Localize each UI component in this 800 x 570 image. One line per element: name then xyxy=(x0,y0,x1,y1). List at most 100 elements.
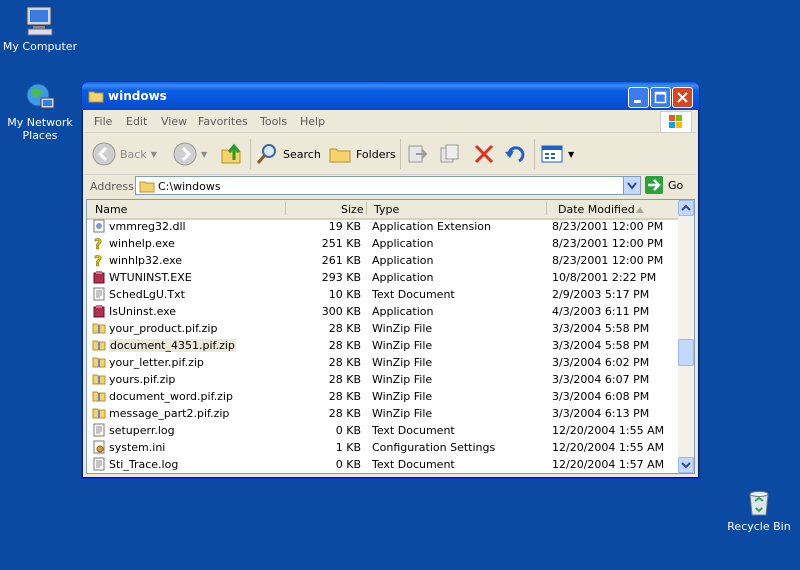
file-name: winhlp32.exe xyxy=(109,254,183,267)
desktop-icon-label: My Computer xyxy=(2,40,78,53)
file-date-modified: 8/23/2001 12:00 PM xyxy=(552,254,664,267)
desktop-icon-my-computer[interactable]: My Computer xyxy=(0,4,80,53)
scrollbar-thumb[interactable] xyxy=(678,339,694,366)
file-type: WinZip File xyxy=(372,356,433,369)
back-arrow-icon xyxy=(92,142,116,166)
file-name: system.ini xyxy=(109,441,166,454)
file-date-modified: 3/3/2004 5:58 PM xyxy=(552,339,650,352)
file-row[interactable]: your_letter.pif.zip 28 KB WinZip File 3/3/2… xyxy=(87,354,678,371)
svg-text:?: ? xyxy=(94,254,102,267)
search-button[interactable]: Search xyxy=(255,142,321,166)
file-name: your_product.pif.zip xyxy=(109,322,218,335)
chevron-down-icon xyxy=(681,462,691,469)
column-header-date-modified[interactable]: Date Modified xyxy=(558,203,635,216)
menu-help[interactable]: Help xyxy=(300,115,325,128)
chevron-up-icon xyxy=(681,204,691,211)
file-row[interactable]: document_4351.pif.zip 28 KB WinZip File 3/3… xyxy=(87,337,678,354)
minimize-button[interactable] xyxy=(628,87,649,108)
file-name: WTUNINST.EXE xyxy=(109,271,192,284)
file-row[interactable]: ? winhelp.exe 251 KB Application 8/23/2001 1… xyxy=(87,235,678,254)
help-exe-icon: ? xyxy=(92,253,106,271)
file-row[interactable]: Sti_Trace.log 0 KB Text Document 12/20/2004… xyxy=(87,456,678,473)
file-row[interactable]: your_product.pif.zip 28 KB WinZip File 3/3/… xyxy=(87,320,678,337)
file-type: Text Document xyxy=(372,288,455,301)
file-row[interactable]: SchedLgU.Txt 10 KB Text Document 2/9/2003 5… xyxy=(87,286,678,303)
file-type: WinZip File xyxy=(372,390,433,403)
file-row[interactable]: ? winhlp32.exe 261 KB Application 8/23/2001 … xyxy=(87,252,678,271)
file-row[interactable]: WTUNINST.EXE 293 KB Application 10/8/2001 2… xyxy=(87,269,678,286)
file-type: Application xyxy=(372,237,434,250)
file-row[interactable]: system.ini 1 KB Configuration Settings 12/2… xyxy=(87,439,678,456)
address-field[interactable]: C:\windows xyxy=(135,176,641,195)
file-row[interactable]: setuperr.log 0 KB Text Document 12/20/2004 … xyxy=(87,422,678,439)
back-label: Back xyxy=(120,147,147,161)
column-divider[interactable] xyxy=(366,202,367,215)
column-header-type[interactable]: Type xyxy=(374,203,399,216)
column-divider[interactable] xyxy=(285,202,286,215)
address-value: C:\windows xyxy=(158,180,221,193)
forward-button[interactable]: ▼ xyxy=(173,142,207,166)
file-row[interactable]: document_word.pif.zip 28 KB WinZip File 3/3… xyxy=(87,388,678,405)
toolbar-separator xyxy=(250,139,251,169)
desktop-icon-recycle-bin[interactable]: Recycle Bin xyxy=(719,486,799,533)
delete-button[interactable] xyxy=(472,142,496,166)
file-size: 251 KB xyxy=(321,237,361,250)
desktop-icon-my-network-places[interactable]: My Network Places xyxy=(0,80,80,142)
file-size: 28 KB xyxy=(328,339,361,352)
text-file-icon xyxy=(92,287,106,301)
zip-folder-icon xyxy=(92,321,106,335)
file-size: 28 KB xyxy=(328,390,361,403)
up-folder-button[interactable] xyxy=(220,142,244,166)
go-label: Go xyxy=(668,178,684,192)
menu-edit[interactable]: Edit xyxy=(126,115,147,128)
column-header-name[interactable]: Name xyxy=(95,203,127,216)
file-name: vmmreg32.dll xyxy=(109,220,186,233)
file-date-modified: 3/3/2004 6:08 PM xyxy=(552,390,650,403)
column-header-size[interactable]: Size xyxy=(341,203,364,216)
views-button[interactable]: ▼ xyxy=(540,142,574,166)
copy-to-button[interactable] xyxy=(438,142,462,166)
move-to-button[interactable] xyxy=(406,142,430,166)
file-name: setuperr.log xyxy=(109,424,175,437)
column-divider[interactable] xyxy=(546,202,547,215)
file-type: Text Document xyxy=(372,458,455,471)
address-dropdown-button[interactable] xyxy=(623,177,640,194)
back-button[interactable]: Back ▼ xyxy=(92,142,157,166)
desktop-icon-label: My Network Places xyxy=(7,116,73,142)
folders-button[interactable]: Folders xyxy=(328,142,396,166)
file-name: your_letter.pif.zip xyxy=(109,356,204,369)
menu-file[interactable]: File xyxy=(94,115,112,128)
file-date-modified: 3/3/2004 6:13 PM xyxy=(552,407,650,420)
maximize-button[interactable] xyxy=(650,87,671,108)
config-file-icon xyxy=(92,440,106,454)
file-date-modified: 3/3/2004 6:07 PM xyxy=(552,373,650,386)
file-size: 28 KB xyxy=(328,373,361,386)
file-row[interactable]: IsUninst.exe 300 KB Application 4/3/2003 6:… xyxy=(87,303,678,320)
uninstaller-icon xyxy=(92,304,106,318)
file-row[interactable]: message_part2.pif.zip 28 KB WinZip File 3/3… xyxy=(87,405,678,422)
windows-logo xyxy=(660,111,692,133)
menu-favorites[interactable]: Favorites xyxy=(198,115,248,128)
chevron-down-icon: ▼ xyxy=(568,149,575,159)
file-size: 19 KB xyxy=(328,220,361,233)
vertical-scrollbar[interactable] xyxy=(678,200,694,473)
file-size: 261 KB xyxy=(321,254,361,267)
go-button[interactable]: Go xyxy=(645,176,683,194)
file-type: Application xyxy=(372,305,434,318)
menu-view[interactable]: View xyxy=(161,115,187,128)
file-date-modified: 12/20/2004 1:57 AM xyxy=(552,458,665,471)
file-row[interactable]: yours.pif.zip 28 KB WinZip File 3/3/2004 6:… xyxy=(87,371,678,388)
undo-button[interactable] xyxy=(503,142,527,166)
close-icon xyxy=(677,92,688,103)
explorer-window: windows File Edit View Favorites Tools H… xyxy=(81,81,700,479)
folder-icon xyxy=(139,181,155,193)
scroll-down-button[interactable] xyxy=(678,457,694,473)
close-button[interactable] xyxy=(672,87,693,108)
file-name: IsUninst.exe xyxy=(109,305,177,318)
file-name: SchedLgU.Txt xyxy=(109,288,185,301)
title-bar[interactable]: windows xyxy=(82,82,699,110)
menu-tools[interactable]: Tools xyxy=(260,115,287,128)
file-size: 28 KB xyxy=(328,322,361,335)
scroll-up-button[interactable] xyxy=(678,200,694,216)
file-row[interactable]: vmmreg32.dll 19 KB Application Extension 8/… xyxy=(87,218,678,235)
